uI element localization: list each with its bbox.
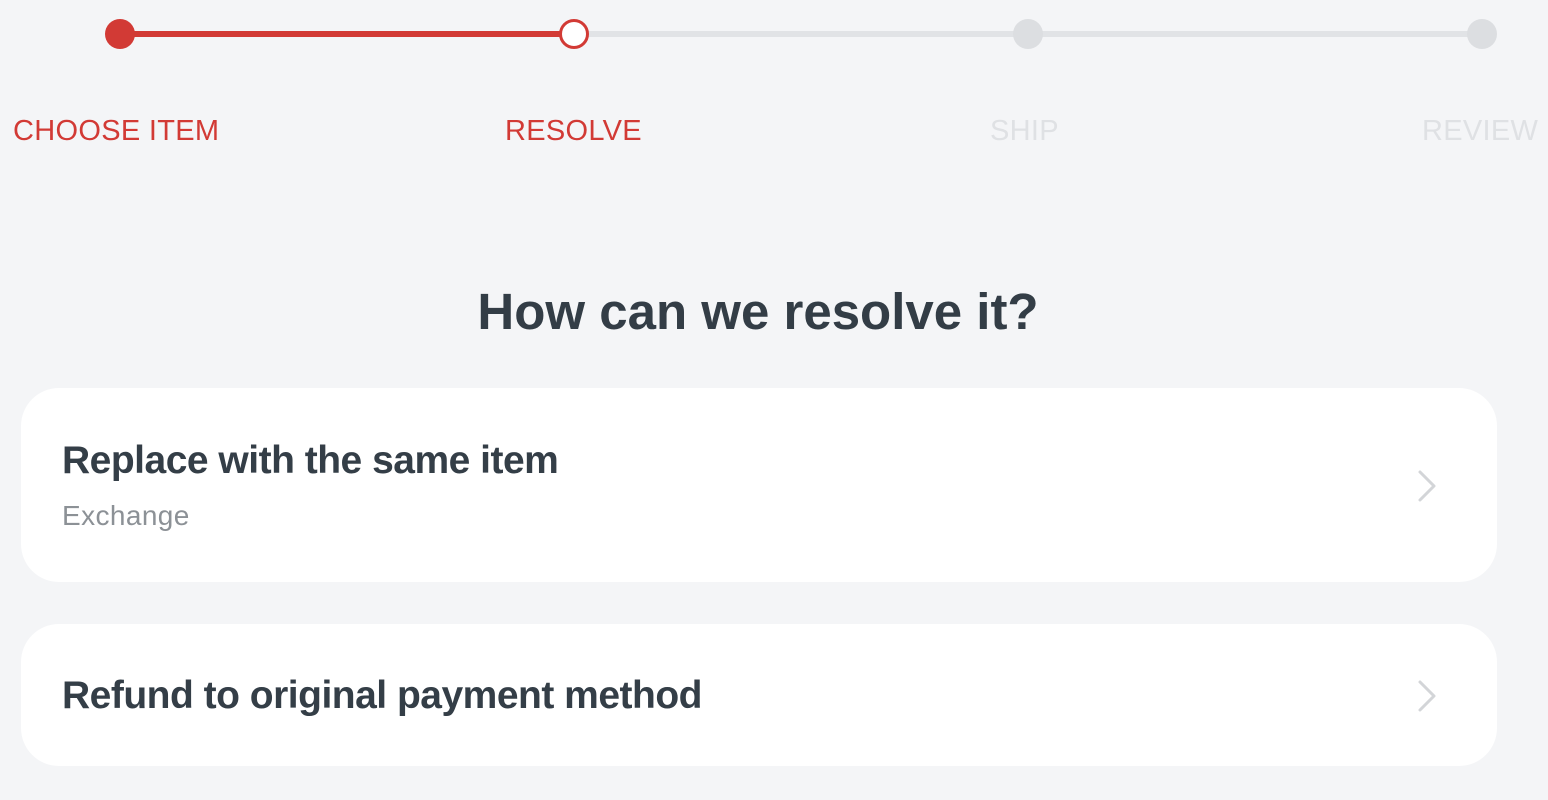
- option-refund-original-payment[interactable]: Refund to original payment method: [21, 624, 1497, 766]
- option-title: Refund to original payment method: [62, 674, 703, 717]
- step-dot-ship: [1013, 19, 1043, 49]
- step-dot-review: [1467, 19, 1497, 49]
- chevron-right-icon: [1412, 466, 1442, 506]
- page-title: How can we resolve it?: [477, 283, 1039, 340]
- option-subtitle: Exchange: [62, 500, 190, 531]
- step-label-ship: SHIP: [990, 115, 1059, 147]
- step-label-resolve: RESOLVE: [505, 115, 642, 147]
- step-dot-choose-item[interactable]: [105, 19, 135, 49]
- step-label-choose-item[interactable]: CHOOSE ITEM: [13, 113, 219, 149]
- option-title: Replace with the same item: [62, 439, 559, 482]
- resolve-page: CHOOSE ITEM RESOLVE SHIP REVIEW How can …: [0, 0, 1548, 800]
- step-label-review: REVIEW: [1422, 115, 1539, 147]
- stepper-track-completed: [120, 31, 574, 37]
- step-dot-resolve: [559, 19, 589, 49]
- progress-stepper: CHOOSE ITEM RESOLVE SHIP REVIEW: [0, 0, 1548, 170]
- chevron-right-icon: [1412, 676, 1442, 716]
- option-replace-same-item[interactable]: Replace with the same item Exchange: [21, 388, 1497, 582]
